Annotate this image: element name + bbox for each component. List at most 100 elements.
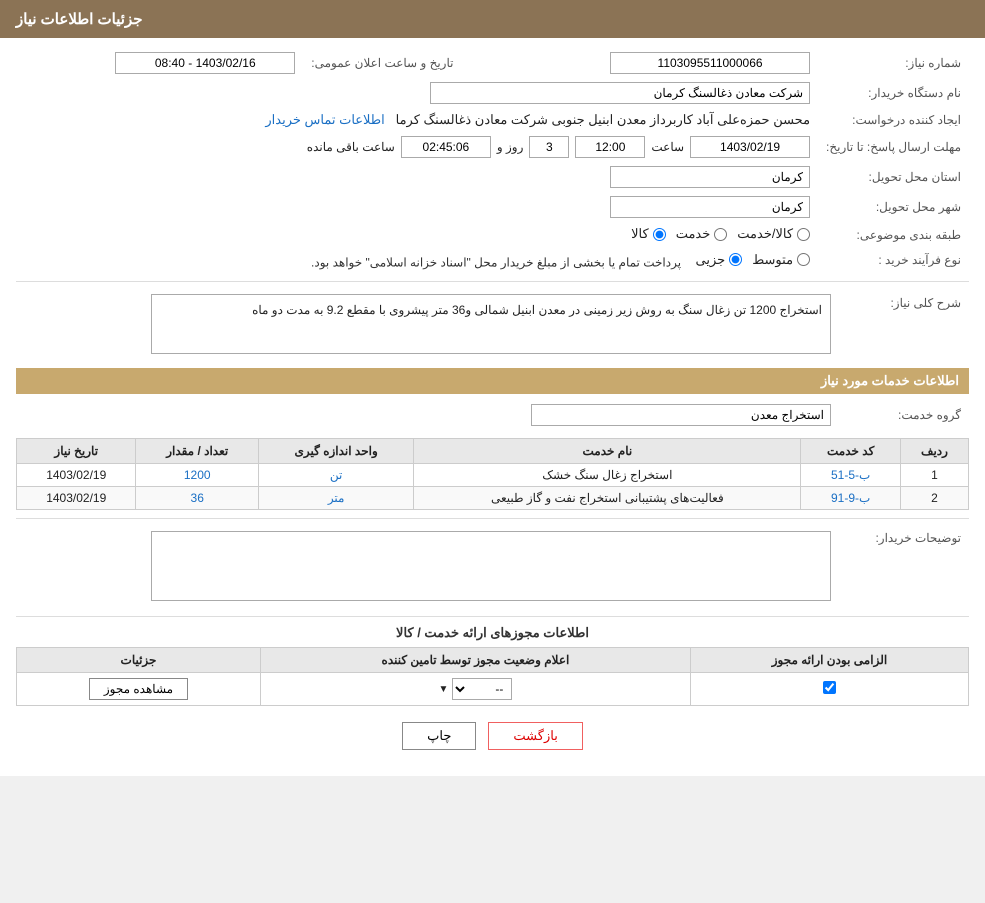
publish-date-label: تاریخ و ساعت اعلان عمومی:: [303, 48, 461, 78]
th-license-required: الزامی بودن ارائه مجوز: [690, 648, 968, 673]
remaining-suffix: ساعت باقی مانده: [307, 140, 395, 154]
th-license-details: جزئیات: [17, 648, 261, 673]
services-table: ردیف کد خدمت نام خدمت واحد اندازه گیری ت…: [16, 438, 969, 510]
divider-3: [16, 616, 969, 617]
divider-1: [16, 281, 969, 282]
page-title: جزئیات اطلاعات نیاز: [16, 11, 143, 28]
response-days-input[interactable]: [529, 136, 569, 158]
button-row: بازگشت چاپ: [16, 722, 969, 750]
response-date-input[interactable]: [690, 136, 810, 158]
category-both-label: کالا/خدمت: [737, 226, 793, 242]
divider-2: [16, 518, 969, 519]
request-number-input[interactable]: [610, 52, 810, 74]
cell-row: 1: [900, 464, 968, 487]
description-text: استخراج 1200 تن زغال سنگ به روش زیر زمین…: [151, 294, 831, 354]
license-section-header: اطلاعات مجوزهای ارائه خدمت / کالا: [16, 625, 969, 641]
page-wrapper: جزئیات اطلاعات نیاز شماره نیاز: تاریخ و …: [0, 0, 985, 776]
th-row: ردیف: [900, 439, 968, 464]
remaining-time-input[interactable]: [401, 136, 491, 158]
category-kala-radio[interactable]: [653, 228, 666, 241]
cell-code: ب-9-91: [801, 487, 901, 510]
response-deadline-value: ساعت روز و ساعت باقی مانده: [16, 132, 818, 162]
back-button[interactable]: بازگشت: [488, 722, 582, 750]
notes-table: توضیحات خریدار:: [16, 527, 969, 608]
service-group-value: [16, 400, 839, 430]
basic-info-table: شماره نیاز: تاریخ و ساعت اعلان عمومی: نا…: [16, 48, 969, 273]
time-label: ساعت: [651, 140, 684, 154]
publish-date-input[interactable]: [115, 52, 295, 74]
purchase-type-label: نوع فرآیند خرید :: [818, 248, 969, 274]
description-label: شرح کلی نیاز:: [839, 290, 969, 358]
cell-qty: 1200: [136, 464, 259, 487]
license-details-cell: مشاهده مجوز: [17, 673, 261, 706]
buyer-notes-value: [16, 527, 839, 608]
province-value: [16, 162, 818, 192]
purchase-jozii-label: جزیی: [696, 252, 726, 268]
th-qty: تعداد / مقدار: [136, 439, 259, 464]
request-number-value: [501, 48, 818, 78]
cell-name: استخراج زغال سنگ خشک: [414, 464, 801, 487]
service-group-label: گروه خدمت:: [839, 400, 969, 430]
license-required-cell: [690, 673, 968, 706]
main-content: شماره نیاز: تاریخ و ساعت اعلان عمومی: نا…: [0, 38, 985, 776]
publish-date-value: [16, 48, 303, 78]
province-label: استان محل تحویل:: [818, 162, 969, 192]
days-label: روز و: [497, 140, 524, 154]
request-number-label: شماره نیاز:: [818, 48, 969, 78]
cell-name: فعالیت‌های پشتیبانی استخراج نفت و گاز طب…: [414, 487, 801, 510]
city-input[interactable]: [610, 196, 810, 218]
purchase-mota-radio[interactable]: [797, 253, 810, 266]
print-button[interactable]: چاپ: [402, 722, 476, 750]
cell-code: ب-5-51: [801, 464, 901, 487]
cell-date: 1403/02/19: [17, 487, 136, 510]
view-license-button[interactable]: مشاهده مجوز: [89, 678, 188, 700]
th-unit: واحد اندازه گیری: [258, 439, 413, 464]
th-date: تاریخ نیاز: [17, 439, 136, 464]
buyer-notes-textarea[interactable]: [151, 531, 831, 601]
services-section-title: اطلاعات خدمات مورد نیاز: [16, 368, 969, 394]
creator-label: ایجاد کننده درخواست:: [818, 108, 969, 132]
response-deadline-label: مهلت ارسال پاسخ: تا تاریخ:: [818, 132, 969, 162]
category-khedmat-label: خدمت: [676, 226, 711, 242]
cell-unit: متر: [258, 487, 413, 510]
category-kala-label: کالا: [631, 226, 649, 242]
buyer-notes-label: توضیحات خریدار:: [839, 527, 969, 608]
cell-date: 1403/02/19: [17, 464, 136, 487]
category-khedmat-radio[interactable]: [714, 228, 727, 241]
creator-value: محسن حمزه‌علی آباد کاربرداز معدن ابنیل ج…: [16, 108, 818, 132]
category-value: کالا خدمت کالا/خدمت: [16, 222, 818, 248]
city-value: [16, 192, 818, 222]
purchase-mota-label: متوسط: [752, 252, 793, 268]
buyer-name-input[interactable]: [430, 82, 810, 104]
license-required-checkbox[interactable]: [823, 681, 836, 694]
cell-unit: تن: [258, 464, 413, 487]
category-label: طبقه بندی موضوعی:: [818, 222, 969, 248]
response-time-input[interactable]: [575, 136, 645, 158]
page-header: جزئیات اطلاعات نیاز: [0, 0, 985, 38]
table-row: 2 ب-9-91 فعالیت‌های پشتیبانی استخراج نفت…: [17, 487, 969, 510]
cell-row: 2: [900, 487, 968, 510]
description-value: استخراج 1200 تن زغال سنگ به روش زیر زمین…: [16, 290, 839, 358]
chevron-down-icon: ▼: [439, 684, 449, 695]
city-label: شهر محل تحویل:: [818, 192, 969, 222]
category-both-radio[interactable]: [797, 228, 810, 241]
province-input[interactable]: [610, 166, 810, 188]
table-row: 1 ب-5-51 استخراج زغال سنگ خشک تن 1200 14…: [17, 464, 969, 487]
service-group-table: گروه خدمت:: [16, 400, 969, 430]
license-status-select[interactable]: --: [452, 678, 512, 700]
service-group-input[interactable]: [531, 404, 831, 426]
cell-qty: 36: [136, 487, 259, 510]
purchase-jozii-radio[interactable]: [729, 253, 742, 266]
th-code: کد خدمت: [801, 439, 901, 464]
creator-link[interactable]: اطلاعات تماس خریدار: [265, 112, 384, 127]
license-row: -- ▼ مشاهده مجوز: [17, 673, 969, 706]
buyer-name-value: [16, 78, 818, 108]
th-name: نام خدمت: [414, 439, 801, 464]
description-table: شرح کلی نیاز: استخراج 1200 تن زغال سنگ ب…: [16, 290, 969, 358]
creator-text: محسن حمزه‌علی آباد کاربرداز معدن ابنیل ج…: [396, 112, 810, 127]
purchase-type-note: پرداخت تمام یا بخشی از مبلغ خریدار محل "…: [311, 255, 681, 269]
license-table: الزامی بودن ارائه مجوز اعلام وضعیت مجوز …: [16, 647, 969, 706]
license-status-cell: -- ▼: [260, 673, 690, 706]
buyer-name-label: نام دستگاه خریدار:: [818, 78, 969, 108]
th-license-status: اعلام وضعیت مجوز توسط تامین کننده: [260, 648, 690, 673]
